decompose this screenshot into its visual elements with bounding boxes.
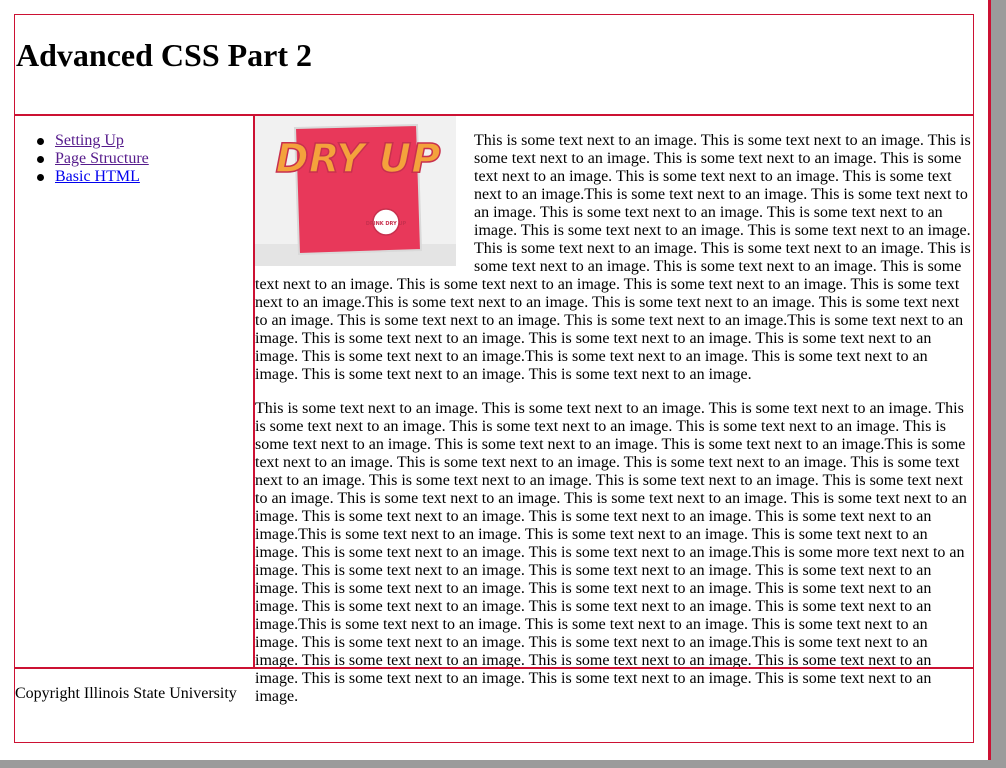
footer: Copyright Illinois State University xyxy=(15,667,973,744)
nav-list: Setting Up Page Structure Basic HTML xyxy=(35,132,149,186)
nav-item-page-structure: Page Structure xyxy=(35,150,149,168)
sticker-text-dry: DRY UP xyxy=(275,136,440,182)
page-edge-divider xyxy=(988,0,991,760)
nav-item-basic-html: Basic HTML xyxy=(35,168,149,186)
nav-link-setting-up[interactable]: Setting Up xyxy=(55,132,124,149)
dry-up-sticker-image: DRY UP DRINK DRY UP xyxy=(255,116,456,266)
main-content: DRY UP DRINK DRY UP This is some text ne… xyxy=(255,116,973,705)
header: Advanced CSS Part 2 xyxy=(15,15,973,116)
bullet-icon xyxy=(37,174,44,181)
sticker-svg: DRY UP DRINK DRY UP xyxy=(255,116,456,266)
layout-container: Advanced CSS Part 2 Setting Up Page Stru… xyxy=(14,14,974,743)
page-title: Advanced CSS Part 2 xyxy=(16,37,313,73)
sidebar-nav: Setting Up Page Structure Basic HTML xyxy=(15,116,255,667)
sticker-badge-text: DRINK DRY UP xyxy=(366,221,407,227)
body-paragraph-2: This is some text next to an image. This… xyxy=(255,400,967,705)
bullet-icon xyxy=(37,156,44,163)
copyright-text: Copyright Illinois State University xyxy=(15,685,237,702)
nav-link-page-structure[interactable]: Page Structure xyxy=(55,150,149,167)
page: Advanced CSS Part 2 Setting Up Page Stru… xyxy=(0,0,988,760)
nav-item-setting-up: Setting Up xyxy=(35,132,149,150)
bullet-icon xyxy=(37,138,44,145)
nav-link-basic-html[interactable]: Basic HTML xyxy=(55,168,140,185)
